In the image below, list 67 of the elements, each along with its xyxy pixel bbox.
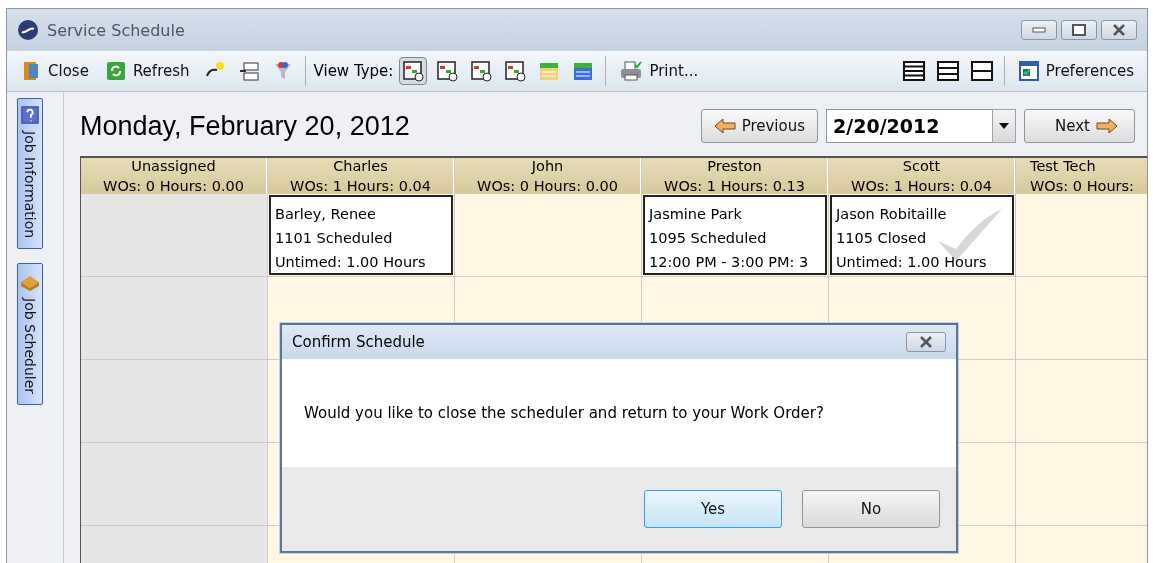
dialog-title: Confirm Schedule: [292, 333, 426, 351]
technician-name: Test Tech: [1030, 158, 1096, 175]
preferences-button[interactable]: Preferences: [1012, 56, 1139, 86]
dialog-button[interactable]: Yes: [644, 490, 782, 528]
preferences-icon: [1017, 60, 1040, 82]
refresh-icon: [104, 60, 127, 82]
next-button[interactable]: Next: [1024, 109, 1135, 144]
appointment-line: 1101 Scheduled: [275, 229, 394, 249]
appointment-line: Untimed: 1.00 Hours: [836, 253, 988, 273]
date-heading: Monday, February 20, 2012: [80, 110, 411, 142]
appointment-card[interactable]: Jason Robitaille 1105 Closed Untimed: 1.00 Hours: [830, 195, 1014, 276]
print-button[interactable]: Print...: [614, 56, 704, 86]
side-tab[interactable]: Job Information: [17, 98, 43, 250]
row-height-icon: [970, 61, 993, 81]
schedule-view-icon: [504, 60, 527, 82]
schedule-view-icon: [470, 60, 493, 82]
appointment-card[interactable]: Jasmine Park 1095 Scheduled 12:00 PM - 3:00 PM: 3: [643, 195, 827, 276]
view-type-label: View Type:: [313, 62, 394, 80]
technician-name: Unassigned: [131, 158, 216, 175]
technician-summary: WOs: 1 Hours: 0.04: [290, 178, 431, 195]
toolbar-button[interactable]: Refresh: [99, 56, 195, 86]
dropdown-button[interactable]: [992, 109, 1017, 144]
maximize-icon: [1072, 24, 1086, 36]
window-title: Service Schedule: [47, 20, 186, 40]
technician-summary: WOs: 0 Hours: 0.00: [477, 178, 618, 195]
technician-summary: WOs: 1 Hours: 0.04: [851, 178, 992, 195]
appointment-line: 1095 Scheduled: [649, 229, 768, 249]
close-icon: [1112, 24, 1126, 36]
calendar-icon: [538, 60, 561, 82]
left-arrow-icon: [713, 118, 736, 135]
appointment-line: Untimed: 1.00 Hours: [275, 253, 427, 273]
appointment-line: Barley, Renee: [275, 205, 377, 225]
technician-summary: WOs: 0 Hours: 0.00: [103, 178, 244, 195]
appointment-line: 12:00 PM - 3:00 PM: 3: [649, 253, 810, 273]
technician-summary: WOs: 1 Hours: 0.13: [664, 178, 805, 195]
toolbar-button[interactable]: Close: [15, 56, 94, 86]
printer-icon: [619, 60, 644, 82]
appointment-line: Jason Robitaille: [836, 205, 948, 225]
appointment-line: Jasmine Park: [649, 205, 743, 225]
maximize-button[interactable]: [1061, 20, 1097, 40]
minimize-icon: [1032, 27, 1046, 33]
side-tab[interactable]: Job Scheduler: [17, 263, 43, 406]
row-height-icon: [902, 61, 925, 81]
dialog-button[interactable]: No: [802, 490, 940, 528]
appointment-card[interactable]: Barley, Renee 1101 Scheduled Untimed: 1.00 Hours: [269, 195, 453, 276]
close-button[interactable]: [1101, 20, 1137, 40]
right-arrow-icon: [1096, 118, 1118, 135]
close-icon: [919, 336, 933, 348]
schedule-view-icon: [402, 60, 425, 82]
row-height-icon: [936, 61, 959, 81]
technician-name: Scott: [902, 158, 941, 175]
date-field[interactable]: 2/20/2012: [826, 109, 993, 144]
dialog-message: Would you like to close the scheduler and return to your Work Order?: [304, 404, 824, 422]
schedule-view-icon: [436, 60, 459, 82]
help-icon: [20, 105, 40, 125]
technician-summary: WOs: 0 Hours:: [1030, 178, 1134, 195]
previous-button[interactable]: Previous: [700, 109, 819, 144]
appointment-line: 1105 Closed: [836, 229, 928, 249]
technician-name: John: [531, 158, 564, 175]
calendar-icon: [572, 60, 595, 82]
technician-name: Charles: [333, 158, 388, 175]
app-logo-icon: [17, 19, 39, 41]
dialog-close-button[interactable]: [906, 332, 946, 352]
technician-name: Preston: [707, 158, 762, 175]
list-icon: [237, 60, 260, 82]
view-type-button[interactable]: [399, 57, 428, 85]
caret-icon: [999, 123, 1010, 130]
